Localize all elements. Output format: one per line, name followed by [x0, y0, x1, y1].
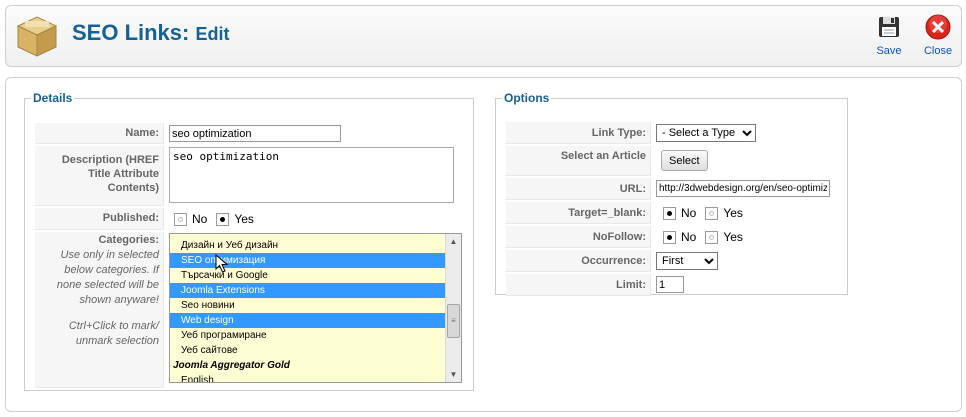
- select-article-row: Select an Article Select: [506, 146, 830, 176]
- category-option-2[interactable]: Търсачки и Google: [170, 268, 446, 283]
- target-yes-label: Yes: [723, 206, 743, 220]
- category-option-4[interactable]: Seo новини: [170, 298, 446, 313]
- save-button[interactable]: Save: [867, 14, 911, 57]
- scroll-up-arrow-icon[interactable]: ▲: [446, 234, 461, 249]
- published-label: Published:: [35, 208, 164, 230]
- published-row: Published: No Yes: [35, 208, 465, 230]
- close-label: Close: [923, 45, 953, 57]
- category-option-3[interactable]: Joomla Extensions: [170, 283, 446, 298]
- categories-ctrl-hint: Ctrl+Click to mark/ unmark selection: [68, 320, 159, 347]
- description-label: Description (HREF Title Attribute Conten…: [35, 146, 164, 206]
- category-group-label: Joomla Aggregator Gold: [173, 360, 290, 371]
- occurrence-row: Occurrence: First: [506, 250, 830, 272]
- nofollow-row: NoFollow: No Yes: [506, 226, 830, 248]
- category-option-1[interactable]: SEO оптимизация: [170, 253, 446, 268]
- occurrence-label: Occurrence:: [506, 250, 651, 272]
- nofollow-yes-label: Yes: [723, 230, 743, 244]
- target-label: Target=_blank:: [506, 202, 651, 224]
- category-option-5[interactable]: Web design: [170, 313, 446, 328]
- description-field[interactable]: seo optimization: [169, 147, 454, 203]
- category-option-9[interactable]: English: [170, 373, 446, 382]
- page-title: SEO Links: Edit: [72, 20, 229, 46]
- categories-key: Categories: Use only in selected below c…: [35, 232, 164, 388]
- select-article-label: Select an Article: [506, 146, 651, 176]
- published-no-label: No: [192, 212, 208, 226]
- target-row: Target=_blank: No Yes: [506, 202, 830, 224]
- published-no-radio[interactable]: [174, 212, 187, 226]
- page-title-sub: Edit: [195, 24, 230, 44]
- page-title-main: SEO Links:: [72, 20, 190, 45]
- edit-form: Details Name: Description (HREF Title At…: [5, 77, 962, 412]
- link-type-row: Link Type: - Select a Type -: [506, 122, 830, 144]
- scroll-thumb[interactable]: ≡: [447, 304, 460, 338]
- nofollow-label: NoFollow:: [506, 226, 651, 248]
- close-button[interactable]: Close: [916, 14, 960, 57]
- description-row: Description (HREF Title Attribute Conten…: [35, 146, 465, 206]
- options-fieldset: Options Link Type: - Select a Type - Sel…: [495, 91, 848, 296]
- categories-hint: Use only in selected below categories. I…: [56, 249, 159, 306]
- limit-row: Limit:: [506, 274, 830, 296]
- target-no-radio[interactable]: [663, 206, 676, 220]
- category-option-7[interactable]: Уеб сайтове: [170, 343, 446, 358]
- limit-label: Limit:: [506, 274, 651, 296]
- details-fieldset: Details Name: Description (HREF Title At…: [24, 91, 474, 391]
- limit-field[interactable]: [656, 276, 684, 293]
- nofollow-no-radio[interactable]: [663, 230, 676, 244]
- target-no-label: No: [681, 206, 697, 220]
- category-option-0[interactable]: Дизайн и Уеб дизайн: [170, 238, 446, 253]
- categories-scrollbar[interactable]: ▲ ≡ ▼: [445, 234, 461, 382]
- published-yes-radio[interactable]: [216, 212, 230, 226]
- url-label: URL:: [506, 178, 651, 200]
- scroll-down-arrow-icon[interactable]: ▼: [446, 367, 461, 382]
- toolbar-header: SEO Links: Edit Save Close: [5, 5, 962, 67]
- close-icon: [925, 14, 951, 43]
- target-yes-radio[interactable]: [705, 206, 719, 220]
- published-yes-label: Yes: [234, 212, 254, 226]
- box-icon: [14, 12, 60, 58]
- url-row: URL:: [506, 178, 830, 200]
- save-label: Save: [876, 45, 902, 57]
- details-legend: Details: [33, 91, 73, 105]
- floppy-disk-icon: [876, 17, 902, 43]
- categories-row: Categories: Use only in selected below c…: [35, 232, 465, 388]
- select-article-button[interactable]: Select: [661, 150, 708, 171]
- name-row: Name:: [35, 123, 465, 144]
- link-type-select[interactable]: - Select a Type -: [656, 124, 756, 142]
- category-option-6[interactable]: Уеб програмиране: [170, 328, 446, 343]
- occurrence-select[interactable]: First: [656, 252, 718, 270]
- options-legend: Options: [504, 91, 550, 105]
- nofollow-no-label: No: [681, 230, 697, 244]
- categories-label: Categories:: [98, 234, 159, 246]
- categories-select[interactable]: Дизайн и Уеб дизайн SEO оптимизация Търс…: [169, 233, 462, 383]
- link-type-label: Link Type:: [506, 122, 651, 144]
- name-field[interactable]: [169, 125, 341, 142]
- name-label: Name:: [35, 123, 164, 144]
- nofollow-yes-radio[interactable]: [705, 230, 719, 244]
- url-field[interactable]: [656, 180, 830, 197]
